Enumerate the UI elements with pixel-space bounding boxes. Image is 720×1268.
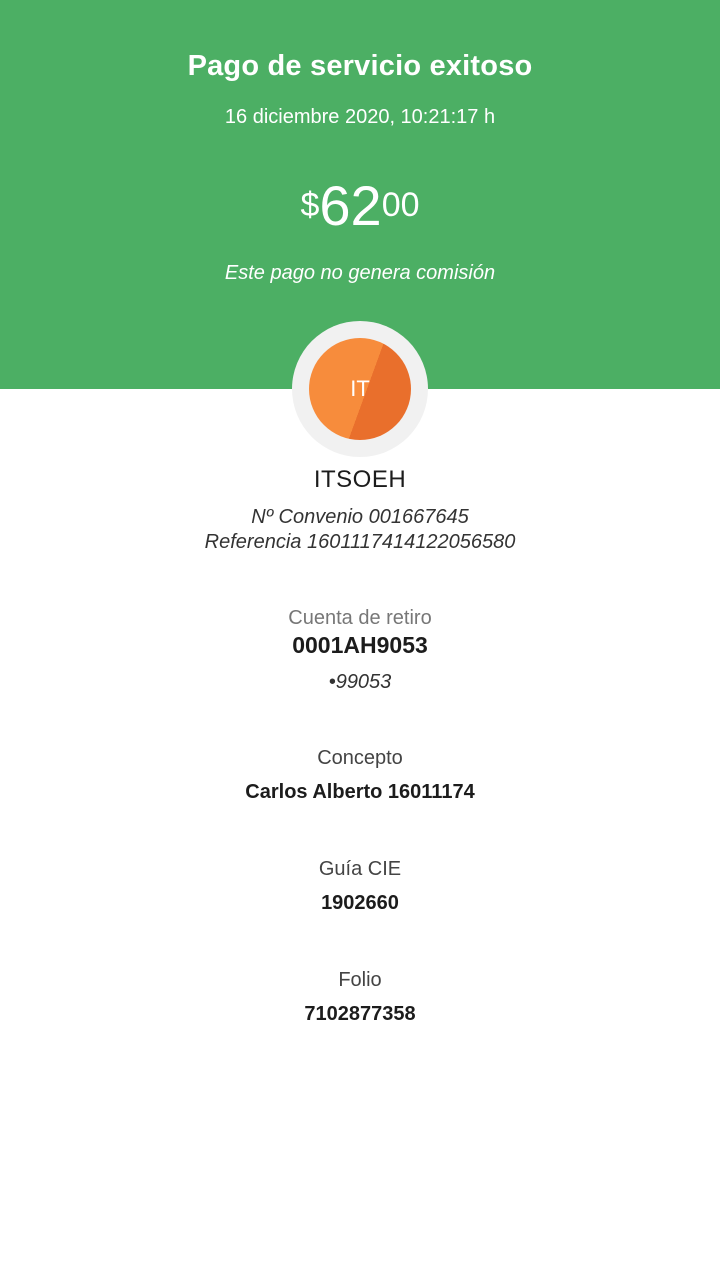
avatar: IT (309, 338, 411, 440)
concept-label: Concepto (317, 747, 403, 769)
payment-amount: $6200 (0, 178, 720, 234)
amount-decimals: 00 (381, 186, 420, 224)
account-value: 0001AH9053 (292, 632, 428, 658)
amount-currency: $ (300, 186, 320, 224)
concept-value: Carlos Alberto 16011174 (245, 781, 475, 803)
payment-receipt-screen: Pago de servicio exitoso 16 diciembre 20… (0, 0, 720, 1268)
reference-number: Referencia 1601117414122056580 (204, 531, 516, 553)
page-title: Pago de servicio exitoso (187, 50, 533, 82)
folio-value: 7102877358 (304, 1003, 416, 1025)
account-label: Cuenta de retiro (288, 607, 432, 629)
folio-label: Folio (338, 969, 382, 991)
guide-value: 1902660 (321, 892, 399, 914)
commission-note: Este pago no genera comisión (224, 262, 496, 284)
amount-integer: 62 (319, 174, 382, 237)
biller-avatar-ring: IT (292, 321, 428, 457)
convenio-number: Nº Convenio 001667645 (251, 506, 469, 528)
account-masked-number: •99053 (328, 671, 392, 693)
guide-label: Guía CIE (318, 858, 402, 880)
biller-name: ITSOEH (313, 466, 407, 493)
payment-date: 16 diciembre 2020, 10:21:17 h (224, 106, 496, 128)
